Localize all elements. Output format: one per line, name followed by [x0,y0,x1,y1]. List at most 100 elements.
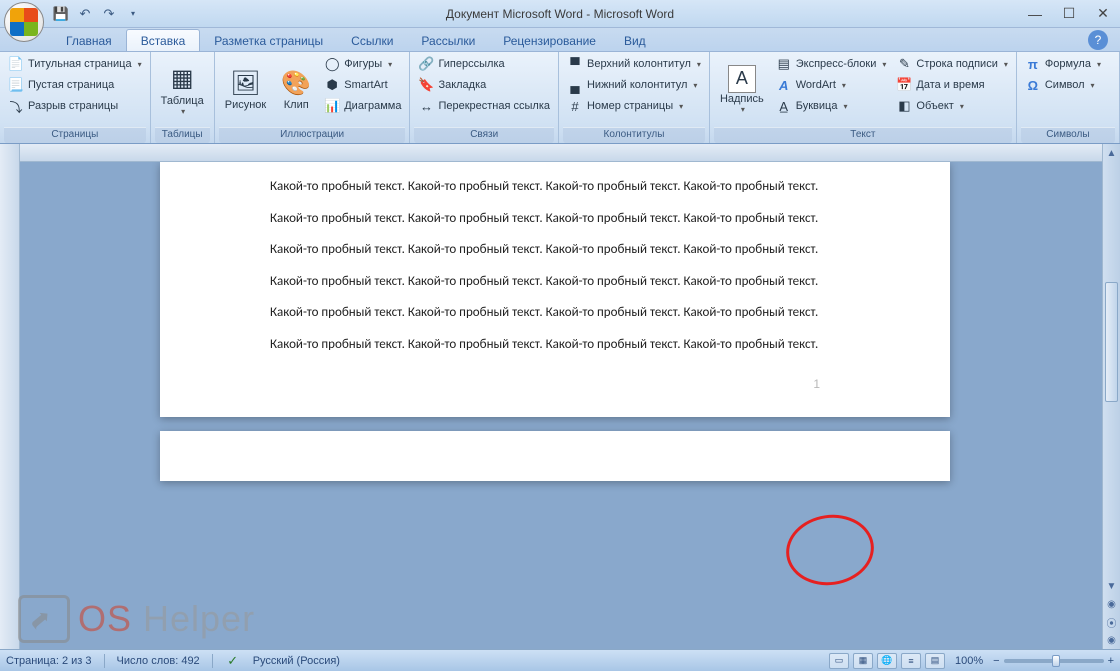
blank-page-button[interactable]: 📃Пустая страница [4,75,146,95]
paragraph[interactable]: Какой-то пробный текст. Какой-то пробный… [270,241,840,259]
bookmark-button[interactable]: 🔖Закладка [414,75,554,95]
blank-page-label: Пустая страница [28,79,114,91]
quick-access-toolbar: 💾 ↶ ↷ ▾ [52,5,142,23]
table-icon: ▦ [166,63,198,95]
shapes-button[interactable]: ◯Фигуры▾ [320,54,405,74]
equation-button[interactable]: πФормула▾ [1021,54,1105,74]
chevron-down-icon: ▾ [181,107,185,116]
tab-layout[interactable]: Разметка страницы [200,30,337,51]
vertical-scrollbar[interactable]: ▲ ▼ ◉ ⦿ ◉ [1102,144,1120,649]
hyperlink-button[interactable]: 🔗Гиперссылка [414,54,554,74]
shapes-icon: ◯ [324,56,340,72]
chevron-down-icon: ▾ [679,102,683,111]
paragraph[interactable]: Какой-то пробный текст. Какой-то пробный… [270,273,840,291]
wordart-button[interactable]: AWordArt▾ [772,75,891,95]
zoom-level[interactable]: 100% [955,655,983,667]
save-icon[interactable]: 💾 [52,5,70,23]
header-icon: ▀ [567,56,583,72]
scroll-thumb[interactable] [1105,282,1118,402]
sigline-button[interactable]: ✎Строка подписи▾ [892,54,1011,74]
paragraph[interactable]: Какой-то пробный текст. Какой-то пробный… [270,178,840,196]
group-pages: 📄Титульная страница▾ 📃Пустая страница ⤵Р… [0,52,151,143]
scroll-down-icon[interactable]: ▼ [1103,577,1120,595]
picture-button[interactable]: 🖼Рисунок [219,54,273,124]
scroll-up-icon[interactable]: ▲ [1103,144,1120,162]
footer-icon: ▄ [567,77,583,93]
header-button[interactable]: ▀Верхний колонтитул▾ [563,54,705,74]
document-area[interactable]: Какой-то пробный текст. Какой-то пробный… [20,162,1102,649]
tab-mailings[interactable]: Рассылки [407,30,489,51]
title-bar: 💾 ↶ ↷ ▾ Документ Microsoft Word - Micros… [0,0,1120,28]
scroll-track[interactable] [1103,162,1120,577]
zoom-slider[interactable] [1004,659,1104,663]
group-illustrations: 🖼Рисунок 🎨Клип ◯Фигуры▾ ⬢SmartArt 📊 Диагр… [215,52,411,143]
tab-view[interactable]: Вид [610,30,660,51]
clip-button[interactable]: 🎨Клип [274,54,318,124]
draft-view-icon[interactable]: ▤ [925,653,945,669]
status-page[interactable]: Страница: 2 из 3 [6,655,92,667]
page-number: 1 [813,377,820,391]
group-links: 🔗Гиперссылка 🔖Закладка ↔Перекрестная ссы… [410,52,559,143]
tab-insert[interactable]: Вставка [126,29,201,51]
redo-icon[interactable]: ↷ [100,5,118,23]
zoom-out-icon[interactable]: − [993,655,999,667]
paragraph[interactable]: Какой-то пробный текст. Какой-то пробный… [270,336,840,354]
chart-label: Диаграмма [344,100,401,112]
chevron-down-icon: ▾ [388,60,392,69]
zoom-slider-thumb[interactable] [1052,655,1060,667]
table-label: Таблица [161,95,204,107]
dropcap-button[interactable]: A̲Буквица▾ [772,96,891,116]
chevron-down-icon: ▾ [1097,60,1101,69]
status-language[interactable]: Русский (Россия) [253,655,340,667]
chart-icon: 📊 [324,98,340,114]
prev-page-icon[interactable]: ◉ [1103,595,1120,613]
chart-button[interactable]: 📊 Диаграмма [320,96,405,116]
table-button[interactable]: ▦ Таблица ▾ [155,54,210,124]
print-layout-view-icon[interactable]: ▭ [829,653,849,669]
office-button[interactable] [4,2,44,42]
chevron-down-icon: ▾ [1004,60,1008,69]
textbox-icon: A [728,65,756,93]
status-words[interactable]: Число слов: 492 [117,655,200,667]
pagenum-label: Номер страницы [587,100,673,112]
page-break-button[interactable]: ⤵Разрыв страницы [4,96,146,116]
datetime-label: Дата и время [916,79,984,91]
document-page-1[interactable]: Какой-то пробный текст. Какой-то пробный… [160,162,950,417]
next-page-icon[interactable]: ◉ [1103,631,1120,649]
paragraph[interactable]: Какой-то пробный текст. Какой-то пробный… [270,304,840,322]
undo-icon[interactable]: ↶ [76,5,94,23]
object-icon: ◧ [896,98,912,114]
smartart-button[interactable]: ⬢SmartArt [320,75,405,95]
textbox-button[interactable]: AНадпись▾ [714,54,770,124]
browse-object-icon[interactable]: ⦿ [1103,613,1120,631]
maximize-button[interactable]: ☐ [1052,3,1086,25]
picture-icon: 🖼 [229,67,261,99]
close-button[interactable]: ✕ [1086,3,1120,25]
dropcap-icon: A̲ [776,98,792,114]
tab-references[interactable]: Ссылки [337,30,407,51]
web-view-icon[interactable]: 🌐 [877,653,897,669]
document-page-2[interactable] [160,431,950,481]
object-button[interactable]: ◧Объект▾ [892,96,1011,116]
tab-home[interactable]: Главная [52,30,126,51]
fullscreen-view-icon[interactable]: ▦ [853,653,873,669]
cover-page-button[interactable]: 📄Титульная страница▾ [4,54,146,74]
tab-review[interactable]: Рецензирование [489,30,610,51]
cover-page-label: Титульная страница [28,58,132,70]
zoom-in-icon[interactable]: + [1108,655,1114,667]
header-label: Верхний колонтитул [587,58,691,70]
symbol-button[interactable]: ΩСимвол▾ [1021,75,1105,95]
qat-customize-icon[interactable]: ▾ [124,5,142,23]
minimize-button[interactable]: — [1018,3,1052,25]
datetime-button[interactable]: 📅Дата и время [892,75,1011,95]
bookmark-icon: 🔖 [418,77,434,93]
quickparts-button[interactable]: ▤Экспресс-блоки▾ [772,54,891,74]
footer-button[interactable]: ▄Нижний колонтитул▾ [563,75,705,95]
outline-view-icon[interactable]: ≡ [901,653,921,669]
spellcheck-icon[interactable]: ✓ [225,653,241,669]
help-button[interactable]: ? [1088,30,1108,50]
crossref-button[interactable]: ↔Перекрестная ссылка [414,96,554,116]
window-title: Документ Microsoft Word - Microsoft Word [446,7,674,21]
pagenum-button[interactable]: #Номер страницы▾ [563,96,705,116]
paragraph[interactable]: Какой-то пробный текст. Какой-то пробный… [270,210,840,228]
